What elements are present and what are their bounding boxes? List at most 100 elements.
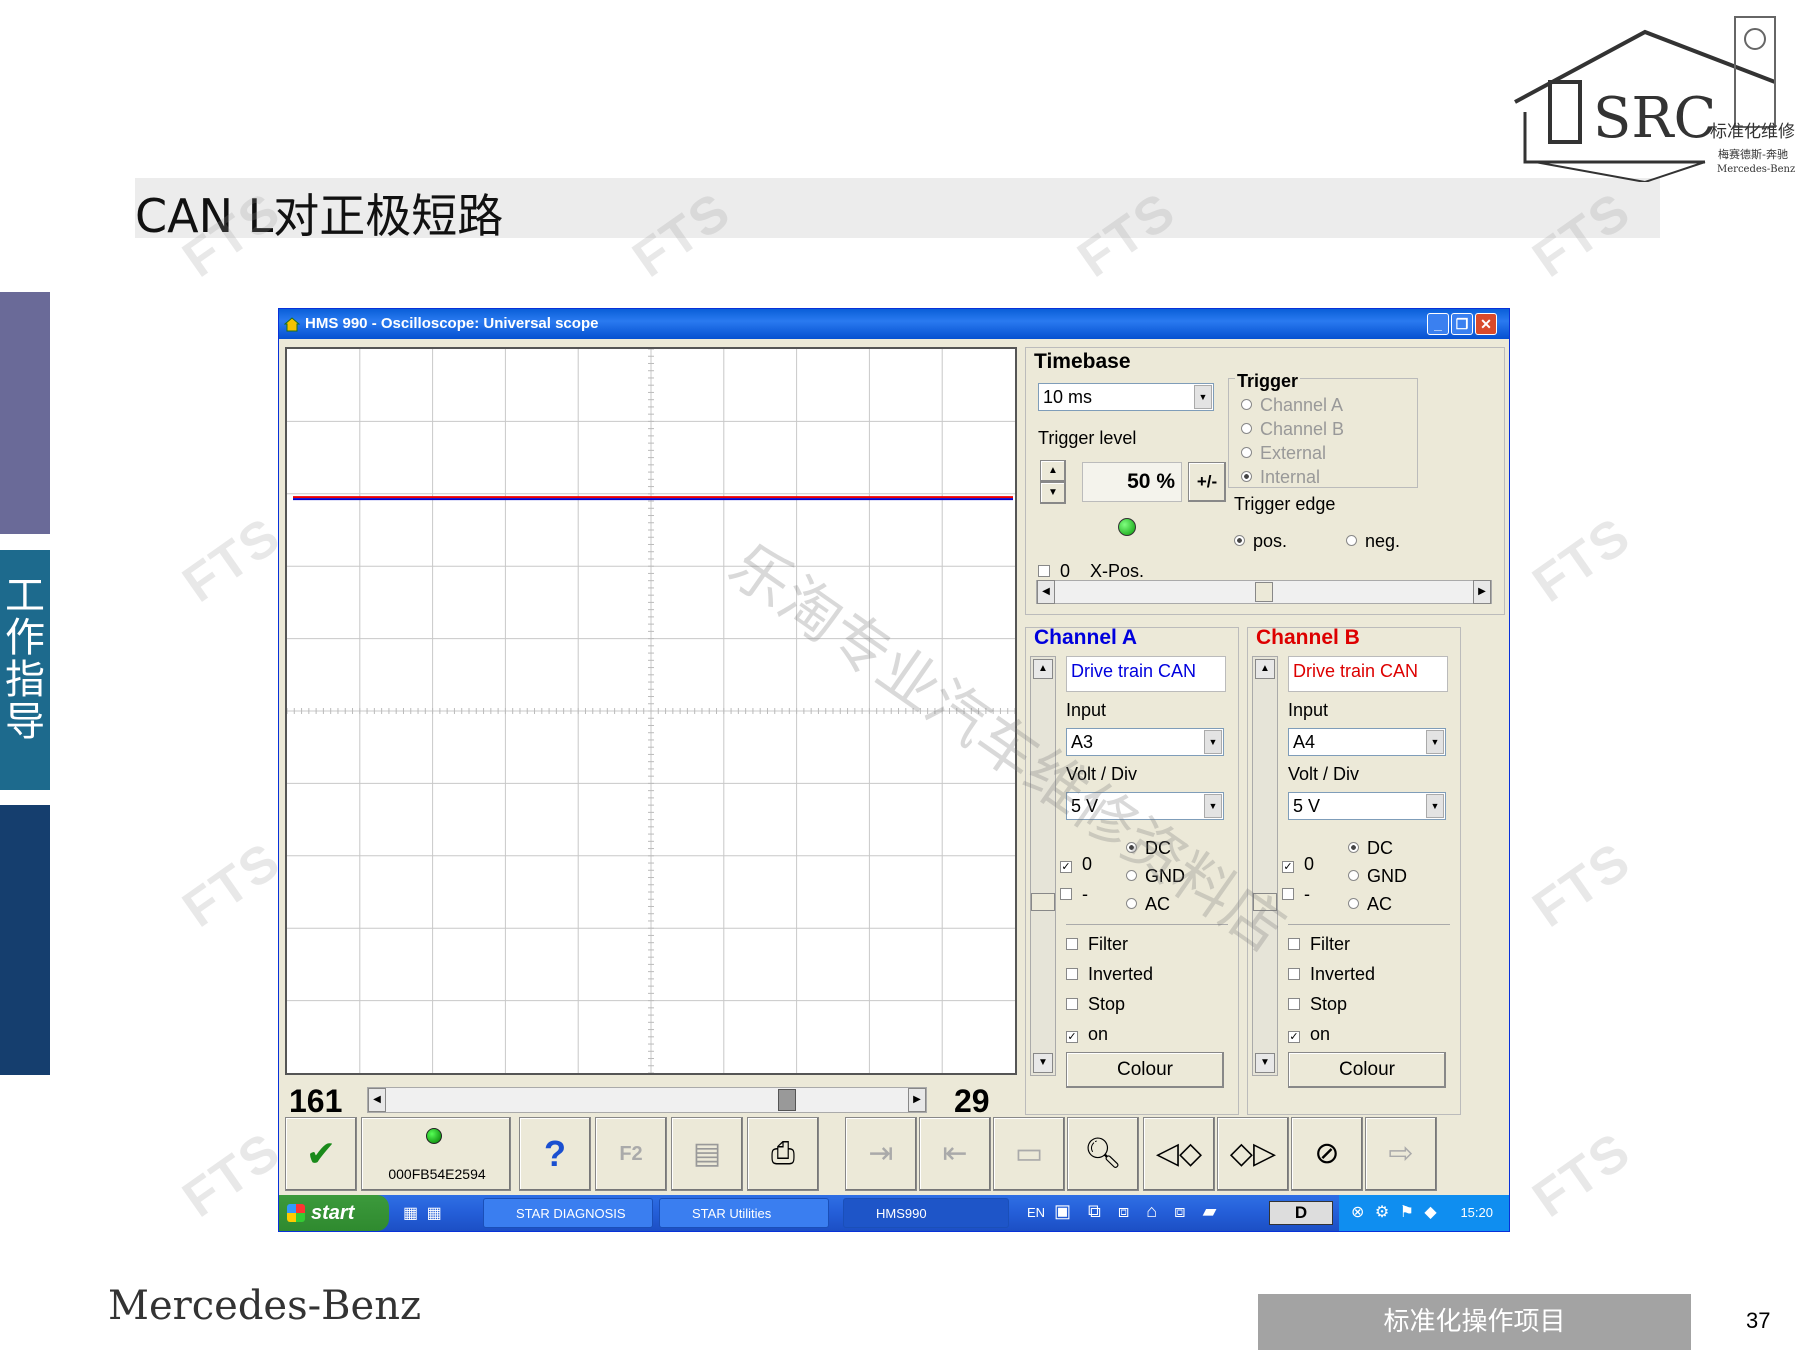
export-icon[interactable]: ⇥ xyxy=(845,1117,917,1191)
channel-b-volt-select[interactable]: 5 V ▼ xyxy=(1288,792,1446,820)
arrow-up-icon[interactable]: ▲ xyxy=(1255,659,1275,679)
channel-a-input-label: Input xyxy=(1066,700,1107,720)
spin-down-button[interactable]: ▼ xyxy=(1040,482,1066,504)
restore-icon[interactable]: ❐ xyxy=(1451,313,1473,335)
arrow-left-icon[interactable]: ◀ xyxy=(1037,580,1055,604)
watermark: FTS xyxy=(1522,831,1642,939)
page-number: 37 xyxy=(1746,1308,1771,1333)
next-icon[interactable]: ⇨ xyxy=(1365,1117,1437,1191)
help-icon[interactable]: ? xyxy=(519,1117,591,1191)
channel-a-stop-checkbox[interactable]: Stop xyxy=(1066,994,1125,1015)
svg-text:梅赛德斯-奔驰: 梅赛德斯-奔驰 xyxy=(1718,147,1788,161)
channel-b-dc-radio[interactable]: DC xyxy=(1348,838,1393,859)
edge-neg-radio[interactable]: neg. xyxy=(1346,531,1400,552)
channel-a-filter-checkbox[interactable]: Filter xyxy=(1066,934,1128,955)
drive-button[interactable]: D xyxy=(1269,1201,1333,1225)
arrow-left-icon[interactable]: ◀ xyxy=(368,1088,386,1112)
task-hms990[interactable]: HMS990 xyxy=(843,1198,1009,1228)
task-star-utilities[interactable]: STAR Utilities xyxy=(659,1198,829,1228)
minimize-icon[interactable]: _ xyxy=(1427,313,1449,335)
xpos-label: X-Pos. xyxy=(1090,561,1145,581)
close-icon[interactable]: ✕ xyxy=(1475,313,1497,335)
channel-b-stop-checkbox[interactable]: Stop xyxy=(1288,994,1347,1015)
channel-b-on-checkbox[interactable]: ✓ on xyxy=(1288,1024,1330,1045)
watermark: FTS xyxy=(172,506,292,614)
trigger-channel-b-radio[interactable]: Channel B xyxy=(1241,419,1344,440)
print-icon[interactable]: ⎙ xyxy=(747,1117,819,1191)
device-id: 000FB54E2594 xyxy=(388,1166,486,1182)
arrow-right-icon[interactable]: ▶ xyxy=(1473,580,1491,604)
taskbar: start ▦ ▦ STAR DIAGNOSIS STAR Utilities … xyxy=(279,1195,1509,1231)
edge-pos-radio[interactable]: pos. xyxy=(1234,531,1287,552)
task-star-diagnosis[interactable]: STAR DIAGNOSIS xyxy=(483,1198,653,1228)
channel-b-colour-button[interactable]: Colour xyxy=(1288,1052,1446,1088)
watermark: FTS xyxy=(172,831,292,939)
channel-a-zero-checkbox[interactable]: ✓ 0 xyxy=(1060,854,1092,875)
channel-a-minus-checkbox[interactable]: - xyxy=(1060,884,1088,905)
trigger-external-radio[interactable]: External xyxy=(1241,443,1326,464)
logo-src-text: SRC xyxy=(1593,86,1716,151)
slider-thumb[interactable] xyxy=(1255,582,1273,602)
zoom-icon[interactable]: 🔍︎ xyxy=(1067,1117,1139,1191)
xpos-slider[interactable]: ◀ ▶ xyxy=(1036,580,1492,604)
chevron-down-icon: ▼ xyxy=(1426,730,1444,754)
footer-label: 标准化操作项目 xyxy=(1258,1294,1691,1350)
trigger-level-value: 50 % xyxy=(1082,462,1182,502)
document-icon[interactable]: ▤ xyxy=(671,1117,743,1191)
trigger-group: Trigger Channel A Channel B External Int… xyxy=(1228,371,1418,488)
timebase-select[interactable]: 10 ms ▼ xyxy=(1038,383,1214,411)
language-indicator[interactable]: EN xyxy=(1027,1205,1045,1220)
chevron-down-icon: ▼ xyxy=(1426,794,1444,818)
arrow-down-icon[interactable]: ▼ xyxy=(1255,1053,1275,1073)
channel-b-zero-checkbox[interactable]: ✓ 0 xyxy=(1282,854,1314,875)
channel-a-colour-button[interactable]: Colour xyxy=(1066,1052,1224,1088)
plus-minus-button[interactable]: +/- xyxy=(1188,462,1226,502)
trigger-level-label: Trigger level xyxy=(1038,428,1137,448)
side-bar-bottom xyxy=(0,805,50,1075)
channel-b-gnd-radio[interactable]: GND xyxy=(1348,866,1407,887)
f2-button[interactable]: F2 xyxy=(595,1117,667,1191)
channel-b-ac-radio[interactable]: AC xyxy=(1348,894,1392,915)
scope-scrollbar[interactable]: ◀ ▶ xyxy=(367,1087,927,1113)
channel-b-inverted-checkbox[interactable]: Inverted xyxy=(1288,964,1375,985)
trigger-channel-a-radio[interactable]: Channel A xyxy=(1241,395,1343,416)
copy-icon[interactable]: ▭ xyxy=(993,1117,1065,1191)
tray-icons[interactable]: ⊗ ⚙ ⚑ ◆ xyxy=(1339,1204,1440,1221)
trigger-label: Trigger xyxy=(1235,371,1301,392)
chevron-down-icon: ▼ xyxy=(1194,385,1212,409)
watermark: FTS xyxy=(172,1121,292,1229)
divider xyxy=(1288,924,1450,925)
arrow-right-icon[interactable]: ▶ xyxy=(908,1088,926,1112)
timebase-label: Timebase xyxy=(1034,350,1131,373)
channel-b-input-label: Input xyxy=(1288,700,1329,720)
quick-launch-icon[interactable]: ▦ ▦ xyxy=(403,1203,473,1223)
slider-thumb[interactable] xyxy=(1031,893,1055,911)
window-titlebar[interactable]: HMS 990 - Oscilloscope: Universal scope … xyxy=(279,309,1509,339)
scroll-thumb[interactable] xyxy=(778,1089,796,1111)
channel-a-name[interactable]: Drive train CAN xyxy=(1066,656,1226,692)
channel-a-inverted-checkbox[interactable]: Inverted xyxy=(1066,964,1153,985)
arrow-down-icon[interactable]: ▼ xyxy=(1033,1053,1053,1073)
channel-b-input-select[interactable]: A4 ▼ xyxy=(1288,728,1446,756)
system-tray: ⊗ ⚙ ⚑ ◆ 15:20 xyxy=(1339,1195,1509,1231)
confirm-check-icon[interactable]: ✔ xyxy=(285,1117,357,1191)
channel-b-filter-checkbox[interactable]: Filter xyxy=(1288,934,1350,955)
trigger-edge-label: Trigger edge xyxy=(1234,494,1336,514)
device-status-panel: 000FB54E2594 xyxy=(361,1117,511,1191)
move-left-icon[interactable]: ◁◇ xyxy=(1143,1117,1215,1191)
windows-logo-icon xyxy=(287,1204,305,1222)
side-bar-top xyxy=(0,292,50,534)
channel-b-volt-label: Volt / Div xyxy=(1288,764,1360,784)
timebase-group: Timebase 10 ms ▼ Trigger level ▲ ▼ 50 % +… xyxy=(1025,347,1505,615)
channel-a-on-checkbox[interactable]: ✓ on xyxy=(1066,1024,1108,1045)
zero-checkbox[interactable]: 0 xyxy=(1038,561,1070,582)
spin-up-button[interactable]: ▲ xyxy=(1040,460,1066,482)
arrow-up-icon[interactable]: ▲ xyxy=(1033,659,1053,679)
trigger-internal-radio[interactable]: Internal xyxy=(1241,467,1320,488)
tray-app-icons[interactable]: ▣ ⧉ ⧈ ⌂ ⧈ ▰ xyxy=(1054,1201,1304,1225)
no-move-icon[interactable]: ⊘ xyxy=(1291,1117,1363,1191)
channel-b-name[interactable]: Drive train CAN xyxy=(1288,656,1448,692)
move-right-icon[interactable]: ◇▷ xyxy=(1217,1117,1289,1191)
import-icon[interactable]: ⇤ xyxy=(919,1117,991,1191)
watermark: FTS xyxy=(1522,1121,1642,1229)
